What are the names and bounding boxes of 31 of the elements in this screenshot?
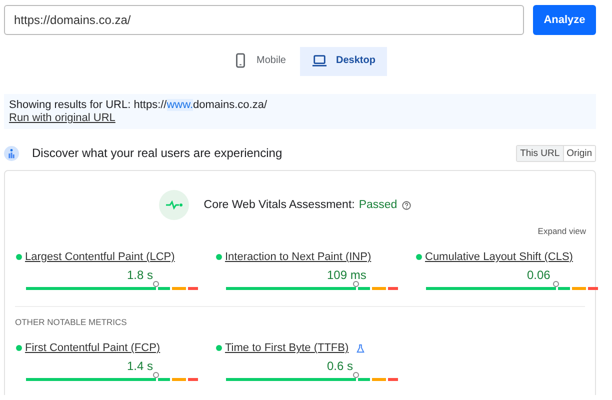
metric-link[interactable]: Largest Contentful Paint (LCP) xyxy=(25,251,175,263)
status-dot xyxy=(16,254,22,260)
chart-icon xyxy=(4,146,19,160)
section-title: Discover what your real users are experiencing xyxy=(32,146,284,160)
metric-link[interactable]: Time to First Byte (TTFB) xyxy=(225,342,349,354)
pulse-icon xyxy=(158,190,189,220)
metric-value: 0.06 xyxy=(526,268,550,282)
notice-text: Showing results for URL: https://www.domains.co.za/ xyxy=(9,99,267,112)
assessment-result: Passed xyxy=(358,199,398,211)
scope-toggle[interactable]: This URL xyxy=(517,146,564,160)
url-field[interactable]: https://domains.co.za/ xyxy=(4,5,524,35)
assessment-label: Core Web Vitals Assessment: xyxy=(204,199,355,211)
metric-value: 0.6 s xyxy=(326,359,353,373)
device-tab[interactable]: Desktop xyxy=(300,47,388,76)
metric-link[interactable]: Interaction to Next Paint (INP) xyxy=(225,251,372,263)
status-dot xyxy=(16,345,22,351)
laptop-icon xyxy=(312,53,327,68)
section-heading: OTHER NOTABLE METRICS xyxy=(15,317,128,327)
help-icon[interactable] xyxy=(402,200,412,210)
status-dot xyxy=(216,254,222,260)
analyze-button[interactable]: Analyze xyxy=(533,5,596,35)
metric-value: 1.8 s xyxy=(126,268,153,282)
metric-link[interactable]: First Contentful Paint (FCP) xyxy=(25,342,160,354)
status-dot xyxy=(416,254,422,260)
original-url-link[interactable]: Run with original URL xyxy=(9,112,116,125)
metric-value: 109 ms xyxy=(326,268,366,282)
metric-link[interactable]: Cumulative Layout Shift (CLS) xyxy=(425,251,573,263)
status-dot xyxy=(216,345,222,351)
device-tab[interactable]: Mobile xyxy=(220,47,298,76)
metric-value: 1.4 s xyxy=(126,359,153,373)
expand-view-link[interactable]: Expand view xyxy=(538,226,586,236)
